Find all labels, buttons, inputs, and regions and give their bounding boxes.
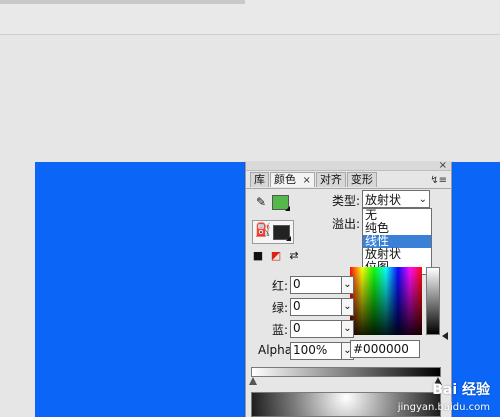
red-input[interactable]: 0 — [290, 276, 342, 294]
panel-menu-icon[interactable]: ↯≡ — [430, 175, 447, 186]
chevron-down-icon[interactable]: ⌄ — [342, 320, 354, 338]
watermark-logo: Bai 经验 — [432, 382, 490, 398]
overflow-label: 溢出: — [332, 217, 361, 231]
swap-colors-icon[interactable]: ⇄ — [288, 250, 300, 262]
tab-align[interactable]: 对齐 — [315, 172, 346, 187]
paint-bucket-icon: ⛽ — [255, 223, 272, 238]
gradient-type-value: 放射状 — [365, 193, 402, 207]
chevron-down-icon — [285, 206, 290, 211]
panel-tabs: 库 颜色 × 对齐 变形 — [250, 172, 378, 188]
fill-color-row[interactable]: ⛽ — [252, 220, 294, 244]
tab-color[interactable]: 颜色 × — [270, 172, 315, 187]
default-colors-icon[interactable]: ■ — [252, 250, 264, 262]
chevron-down-icon[interactable]: ⌄ — [342, 276, 354, 294]
color-mode-icons: ■ ◩ ⇄ — [252, 250, 300, 262]
brightness-slider[interactable] — [426, 267, 440, 335]
tab-divider — [246, 188, 451, 189]
color-panel: × 库 颜色 × 对齐 变形 ↯≡ ✎ ⛽ ■ ◩ ⇄ 类型: 溢出: 放射状 … — [245, 160, 452, 417]
alpha-input[interactable]: 100% — [290, 342, 342, 360]
tab-library-label: 库 — [254, 173, 265, 186]
gradient-type-dropdown: 无 纯色 线性 放射状 位图 — [362, 208, 432, 275]
pencil-icon: ✎ — [256, 195, 267, 209]
gradient-bar[interactable] — [251, 367, 441, 377]
stroke-color-swatch[interactable] — [272, 195, 290, 211]
close-tab-icon[interactable]: × — [303, 175, 311, 186]
chevron-down-icon[interactable]: ⌄ — [342, 298, 354, 316]
tab-transform[interactable]: 变形 — [346, 172, 377, 187]
brightness-slider-handle[interactable] — [442, 332, 448, 340]
tab-library[interactable]: 库 — [250, 172, 269, 187]
panel-close-icon[interactable]: × — [439, 160, 447, 171]
tab-transform-label: 变形 — [350, 173, 373, 186]
top-bar — [0, 0, 500, 35]
blue-label: 蓝: — [271, 323, 288, 337]
blue-input[interactable]: 0 — [290, 320, 342, 338]
top-border — [0, 0, 245, 4]
red-label: 红: — [271, 279, 288, 293]
gradient-stop-left[interactable] — [249, 377, 257, 385]
type-label: 类型: — [332, 194, 361, 208]
tab-color-label: 颜色 — [274, 173, 296, 186]
alpha-label: Alpha: — [258, 343, 297, 357]
fill-color-swatch[interactable] — [273, 225, 291, 241]
panel-header: × — [246, 160, 451, 171]
chevron-down-icon — [286, 236, 291, 241]
gradient-type-select[interactable]: 放射状 ⌄ — [362, 190, 430, 208]
chevron-down-icon: ⌄ — [418, 194, 427, 205]
green-label: 绿: — [271, 301, 288, 315]
no-color-icon[interactable]: ◩ — [270, 250, 282, 262]
watermark-url: jingyan.baidu.com — [397, 402, 490, 413]
tab-align-label: 对齐 — [319, 173, 342, 186]
color-spectrum-picker[interactable] — [350, 267, 422, 335]
stroke-color-row: ✎ — [254, 194, 304, 212]
hex-input[interactable]: #000000 — [350, 340, 420, 358]
green-input[interactable]: 0 — [290, 298, 342, 316]
